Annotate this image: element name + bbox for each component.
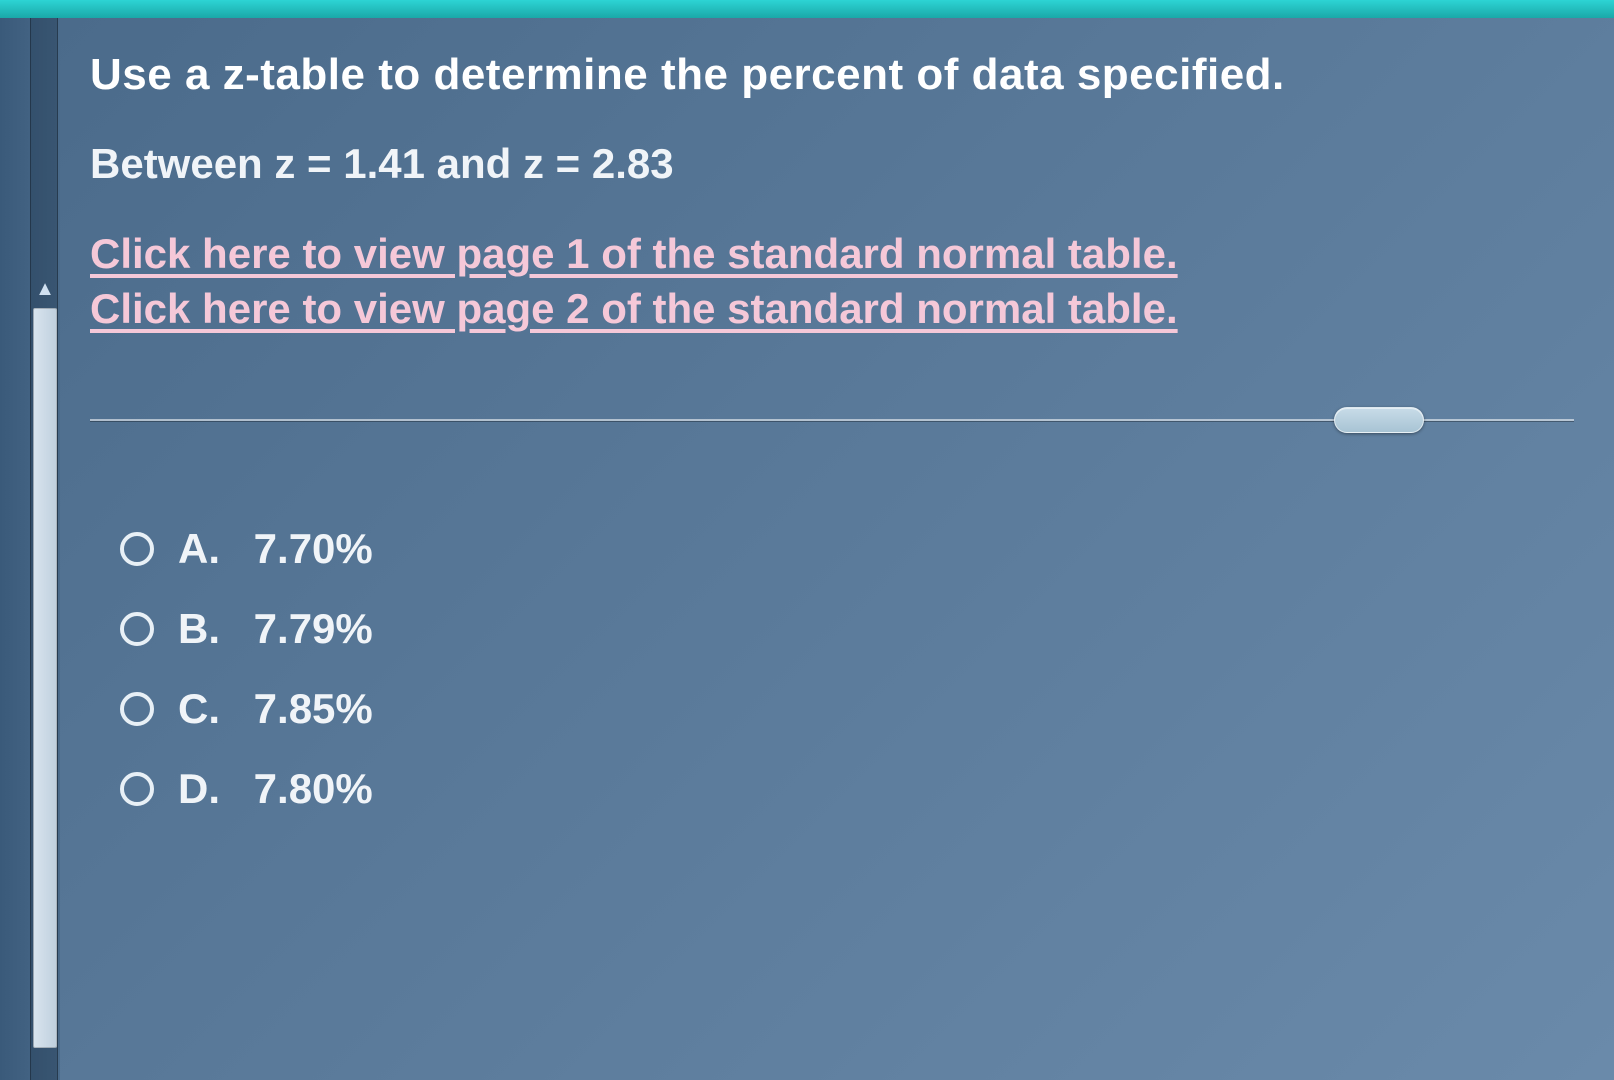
option-letter: A. (178, 525, 242, 573)
radio-icon[interactable] (120, 692, 154, 726)
option-value: 7.79% (254, 605, 373, 652)
window-top-bar (0, 0, 1614, 18)
option-letter: B. (178, 605, 242, 653)
radio-icon[interactable] (120, 612, 154, 646)
option-label: A. 7.70% (178, 525, 373, 573)
section-divider (90, 405, 1574, 435)
option-label: C. 7.85% (178, 685, 373, 733)
scrollbar-thumb[interactable] (33, 308, 57, 1048)
option-c[interactable]: C. 7.85% (120, 685, 1574, 733)
scroll-up-icon[interactable]: ▲ (34, 278, 56, 300)
option-letter: C. (178, 685, 242, 733)
divider-handle[interactable] (1334, 407, 1424, 433)
option-b[interactable]: B. 7.79% (120, 605, 1574, 653)
option-value: 7.85% (254, 685, 373, 732)
question-title: Use a z-table to determine the percent o… (90, 50, 1574, 100)
option-value: 7.80% (254, 765, 373, 812)
option-d[interactable]: D. 7.80% (120, 765, 1574, 813)
question-panel: Use a z-table to determine the percent o… (80, 30, 1584, 1060)
option-letter: D. (178, 765, 242, 813)
link-normal-table-page-2[interactable]: Click here to view page 2 of the standar… (90, 283, 1574, 336)
option-label: D. 7.80% (178, 765, 373, 813)
radio-icon[interactable] (120, 532, 154, 566)
question-subtitle: Between z = 1.41 and z = 2.83 (90, 140, 1574, 188)
radio-icon[interactable] (120, 772, 154, 806)
option-a[interactable]: A. 7.70% (120, 525, 1574, 573)
option-value: 7.70% (254, 525, 373, 572)
link-normal-table-page-1[interactable]: Click here to view page 1 of the standar… (90, 228, 1574, 281)
vertical-scrollbar[interactable]: ▲ (30, 18, 58, 1080)
answer-options: A. 7.70% B. 7.79% C. 7.85% D. 7.80% (120, 525, 1574, 813)
option-label: B. 7.79% (178, 605, 373, 653)
